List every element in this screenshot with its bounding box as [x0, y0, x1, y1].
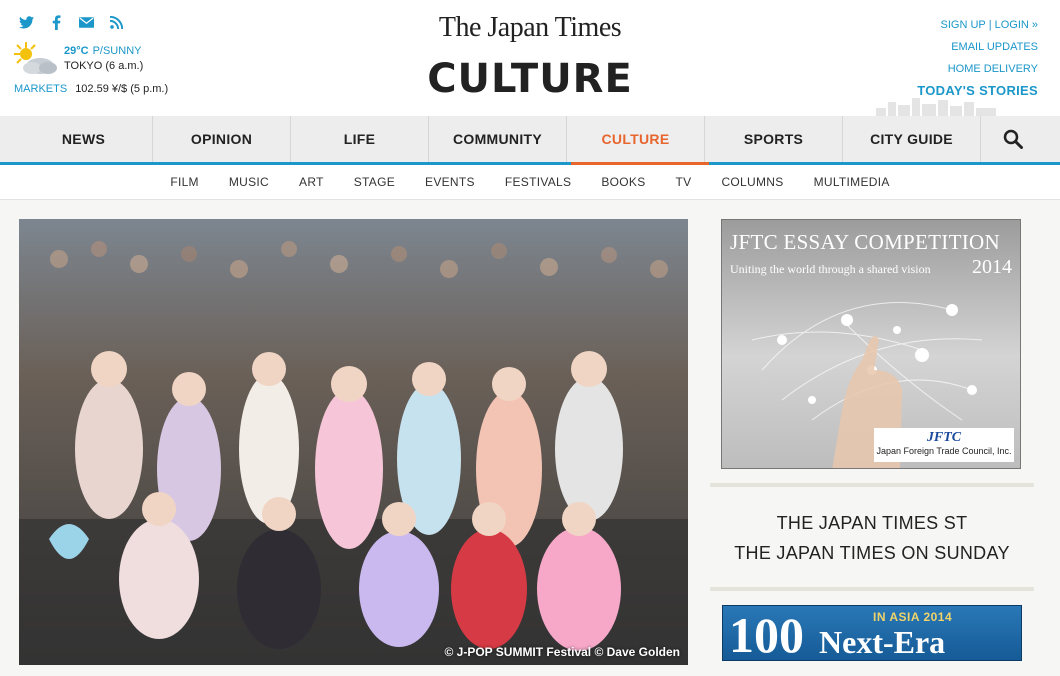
- subnav-film[interactable]: FILM: [170, 175, 199, 189]
- email-updates-link[interactable]: EMAIL UPDATES: [951, 41, 1038, 53]
- subnav-art[interactable]: ART: [299, 175, 324, 189]
- site-logo[interactable]: The Japan Times: [0, 12, 1060, 44]
- jftc-ad-year: 2014: [972, 256, 1012, 278]
- subnav-stage[interactable]: STAGE: [354, 175, 395, 189]
- nav-culture[interactable]: CULTURE: [567, 116, 705, 162]
- japan-times-sunday-link[interactable]: THE JAPAN TIMES ON SUNDAY: [710, 538, 1034, 568]
- jftc-ad-subtitle: Uniting the world through a shared visio…: [730, 262, 931, 276]
- signup-link[interactable]: SIGN UP: [941, 19, 986, 31]
- link-separator: |: [988, 19, 992, 31]
- jftc-ad-title: JFTC ESSAY COMPETITION: [730, 230, 1000, 254]
- subnav-columns[interactable]: COLUMNS: [721, 175, 783, 189]
- subnav-festivals[interactable]: FESTIVALS: [505, 175, 572, 189]
- jftc-org-name: Japan Foreign Trade Council, Inc.: [876, 446, 1012, 456]
- sidebar-links: THE JAPAN TIMES ST THE JAPAN TIMES ON SU…: [710, 508, 1034, 568]
- sidebar-divider: [710, 587, 1034, 591]
- nav-sports[interactable]: SPORTS: [705, 116, 843, 162]
- nav-news[interactable]: NEWS: [15, 116, 153, 162]
- japan-times-st-link[interactable]: THE JAPAN TIMES ST: [710, 508, 1034, 538]
- home-delivery-link[interactable]: HOME DELIVERY: [948, 63, 1038, 75]
- main-nav: NEWS OPINION LIFE COMMUNITY CULTURE SPOR…: [0, 116, 1060, 165]
- skyline-graphic: [876, 98, 996, 116]
- subnav-tv[interactable]: TV: [676, 175, 692, 189]
- account-links: SIGN UP | LOGIN » EMAIL UPDATES HOME DELIV…: [917, 14, 1038, 103]
- jftc-ad-banner[interactable]: JFTC ESSAY COMPETITION Uniting the world…: [721, 219, 1021, 469]
- active-tab-indicator: [571, 162, 709, 165]
- ceo-ad-text: Next-Era CEOs: [819, 624, 946, 660]
- nav-community[interactable]: COMMUNITY: [429, 116, 567, 162]
- hero-image: [19, 219, 688, 665]
- search-button[interactable]: [981, 116, 1045, 162]
- photo-credit: © J-POP SUMMIT Festival © Dave Golden: [444, 645, 680, 659]
- hero-photo[interactable]: © J-POP SUMMIT Festival © Dave Golden: [19, 219, 688, 665]
- jftc-logo-text: JFTC: [926, 430, 962, 445]
- subnav-music[interactable]: MUSIC: [229, 175, 269, 189]
- jftc-logo: JFTC Japan Foreign Trade Council, Inc.: [874, 428, 1014, 462]
- search-icon: [1003, 129, 1023, 149]
- ceo-ad-tag: IN ASIA 2014: [873, 610, 953, 624]
- subnav-books[interactable]: BOOKS: [601, 175, 645, 189]
- login-link[interactable]: LOGIN »: [995, 19, 1038, 31]
- next-era-ceos-ad[interactable]: IN ASIA 2014 100 Next-Era CEOs: [722, 605, 1022, 661]
- sidebar-divider: [710, 483, 1034, 487]
- subnav-events[interactable]: EVENTS: [425, 175, 475, 189]
- nav-life[interactable]: LIFE: [291, 116, 429, 162]
- nav-opinion[interactable]: OPINION: [153, 116, 291, 162]
- sub-nav: FILM MUSIC ART STAGE EVENTS FESTIVALS BO…: [0, 165, 1060, 200]
- site-header: 29°C P/SUNNY TOKYO (6 a.m.) MARKETS 102.59…: [0, 0, 1060, 116]
- subnav-multimedia[interactable]: MULTIMEDIA: [814, 175, 890, 189]
- ceo-ad-number: 100: [729, 607, 804, 661]
- nav-city-guide[interactable]: CITY GUIDE: [843, 116, 981, 162]
